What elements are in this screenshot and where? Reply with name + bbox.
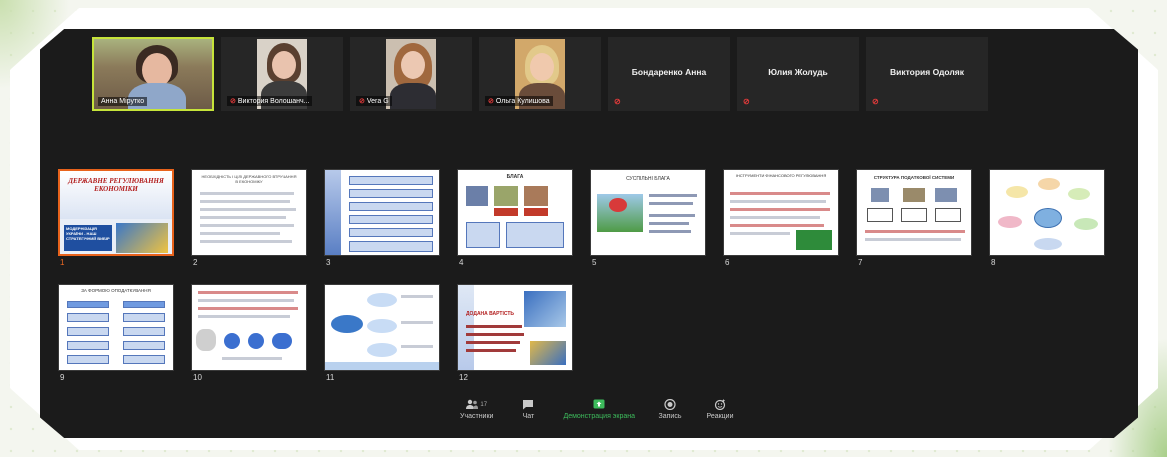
reactions-label: Реакции: [706, 413, 734, 420]
mic-off-icon: ⊘: [359, 98, 365, 105]
mic-off-icon: ⊘: [230, 98, 236, 105]
mic-off-icon: ⊘: [488, 98, 494, 105]
record-icon: [664, 399, 676, 410]
zoom-window: Анна Мірутко ⊘ Виктория Волошанч... ⊘ Vera…: [40, 29, 1138, 438]
slide-number: 10: [193, 373, 202, 382]
slide-title: СУСПІЛЬНІ БЛАГА: [626, 176, 670, 182]
slide-number: 1: [60, 258, 65, 267]
slide-title: НЕОБХІДНІСТЬ І ЦІЛІ ДЕРЖАВНОГО ВТРУЧАННЯ…: [201, 174, 297, 184]
slide-number: 2: [193, 258, 198, 267]
slide-row: ДЕРЖАВНЕ РЕГУЛЮВАННЯ ЕКОНОМІКИ МОДЕРНІЗА…: [58, 169, 1118, 267]
slide-thumbnail[interactable]: 8: [989, 169, 1105, 267]
participant-name: Vera G: [366, 98, 389, 105]
slide-thumbnail[interactable]: НЕОБХІДНІСТЬ І ЦІЛІ ДЕРЖАВНОГО ВТРУЧАННЯ…: [191, 169, 307, 267]
slide-title: ДОДАНА ВАРТІСТЬ: [466, 311, 514, 317]
participant-strip: Анна Мірутко ⊘ Виктория Волошанч... ⊘ Vera…: [92, 37, 988, 111]
record-label: Запись: [658, 413, 682, 420]
share-screen-icon: [593, 399, 605, 409]
reactions-icon: [714, 399, 726, 410]
slide-title: ДЕРЖАВНЕ РЕГУЛЮВАННЯ ЕКОНОМІКИ: [68, 177, 164, 194]
mic-off-icon: ⊘: [614, 97, 621, 106]
participants-label: Участники: [460, 413, 494, 420]
participants-button[interactable]: 17 Участники: [460, 399, 493, 435]
slide-thumbnail[interactable]: ДОДАНА ВАРТІСТЬ 12: [457, 284, 573, 382]
participants-count: 17: [480, 401, 488, 408]
slide-sorter: ДЕРЖАВНЕ РЕГУЛЮВАННЯ ЕКОНОМІКИ МОДЕРНІЗА…: [58, 169, 1118, 399]
participant-tile[interactable]: Юлия Жолудь ⊘: [737, 37, 859, 111]
slide-number: 9: [60, 373, 65, 382]
slide-thumbnail[interactable]: БЛАГА 4: [457, 169, 573, 267]
slide-number: 6: [725, 258, 730, 267]
participant-name: Юлия Жолудь: [768, 67, 828, 77]
participant-name: Виктория Одоляк: [890, 67, 964, 77]
participant-video: [386, 39, 436, 109]
slide-title: ІНСТРУМЕНТИ ФІНАНСОВОГО РЕГУЛЮВАННЯ: [735, 173, 827, 178]
record-button[interactable]: Запись: [655, 399, 685, 435]
share-screen-label: Демонстрация экрана: [563, 413, 635, 420]
slide-number: 7: [858, 258, 863, 267]
slide-number: 11: [326, 373, 335, 382]
slide-thumbnail[interactable]: 11: [324, 284, 440, 382]
slide-thumbnail[interactable]: ДЕРЖАВНЕ РЕГУЛЮВАННЯ ЕКОНОМІКИ МОДЕРНІЗА…: [58, 169, 174, 267]
mic-off-icon: ⊘: [872, 97, 879, 106]
participant-tile[interactable]: ⊘ Vera G: [350, 37, 472, 111]
participant-tile[interactable]: Анна Мірутко: [92, 37, 214, 111]
slide-number: 12: [459, 373, 468, 382]
slide-thumbnail[interactable]: ІНСТРУМЕНТИ ФІНАНСОВОГО РЕГУЛЮВАННЯ 6: [723, 169, 839, 267]
participants-icon: [466, 399, 479, 409]
chat-button[interactable]: Чат: [513, 399, 543, 435]
participant-name: Бондаренко Анна: [631, 67, 707, 77]
participant-tile[interactable]: Виктория Одоляк ⊘: [866, 37, 988, 111]
share-screen-button[interactable]: Демонстрация экрана: [563, 399, 635, 435]
slide-title: ЗА ФОРМОЮ ОПОДАТКУВАННЯ: [81, 288, 151, 293]
participant-name: Ольга Кулишова: [495, 98, 550, 105]
meeting-toolbar: 17 Участники Чат Демонстрация экрана Зап…: [460, 399, 735, 435]
reactions-button[interactable]: Реакции: [705, 399, 735, 435]
slide-thumbnail[interactable]: СТРУКТУРА ПОДАТКОВОЇ СИСТЕМИ 7: [856, 169, 972, 267]
slide-thumbnail[interactable]: 3: [324, 169, 440, 267]
slide-thumbnail[interactable]: ЗА ФОРМОЮ ОПОДАТКУВАННЯ 9: [58, 284, 174, 382]
mic-off-icon: ⊘: [743, 97, 750, 106]
slide-number: 3: [326, 258, 331, 267]
participant-tile[interactable]: ⊘ Ольга Кулишова: [479, 37, 601, 111]
slide-number: 8: [991, 258, 996, 267]
participant-name: Анна Мірутко: [98, 97, 148, 106]
slide-thumbnail[interactable]: СУСПІЛЬНІ БЛАГА 5: [590, 169, 706, 267]
slide-number: 4: [459, 258, 464, 267]
participant-tile[interactable]: ⊘ Виктория Волошанч...: [221, 37, 343, 111]
slide-title: БЛАГА: [506, 174, 524, 180]
slide-thumbnail[interactable]: 10: [191, 284, 307, 382]
slide-title: СТРУКТУРА ПОДАТКОВОЇ СИСТЕМИ: [873, 175, 955, 180]
slide-subtitle: МОДЕРНІЗАЦІЯ УКРАЇНИ - НАШ СТРАТЕГІЧНИЙ …: [64, 225, 112, 251]
chat-icon: [523, 400, 534, 410]
chat-label: Чат: [522, 413, 535, 420]
participant-tile[interactable]: Бондаренко Анна ⊘: [608, 37, 730, 111]
participant-name: Виктория Волошанч...: [237, 98, 310, 105]
slide-row: ЗА ФОРМОЮ ОПОДАТКУВАННЯ 9 10 11 ДОДАНА В…: [58, 284, 1118, 382]
slide-number: 5: [592, 258, 597, 267]
